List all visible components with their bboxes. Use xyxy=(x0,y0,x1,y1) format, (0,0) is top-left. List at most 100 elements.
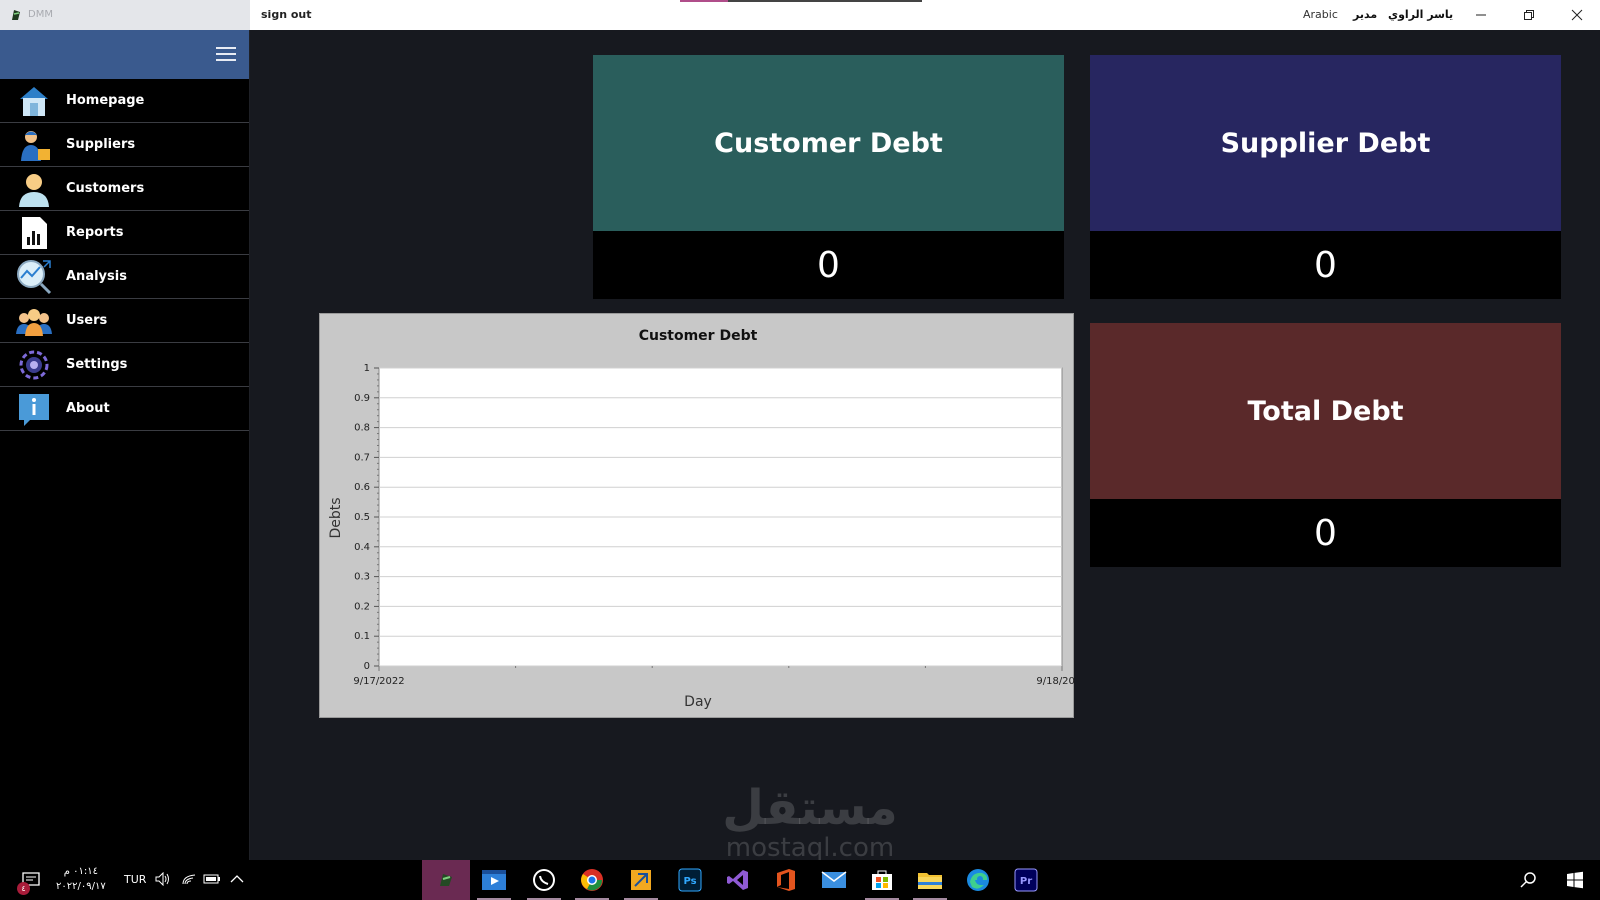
chart-y-tick-label: 0.8 xyxy=(354,423,370,434)
close-icon xyxy=(1571,9,1583,21)
watermark: مستقل mostaql.com xyxy=(690,782,930,862)
info-icon xyxy=(15,390,53,428)
home-icon xyxy=(15,82,53,120)
tools-icon xyxy=(631,870,651,890)
customer-debt-header: Customer Debt xyxy=(593,55,1064,231)
taskbar-app-office[interactable] xyxy=(762,860,810,900)
show-hidden-icons-button[interactable] xyxy=(228,870,246,888)
network-button[interactable] xyxy=(180,870,198,888)
user-role: مدير xyxy=(1353,8,1378,21)
language-switch[interactable]: Arabic xyxy=(1303,8,1338,21)
volume-button[interactable] xyxy=(154,870,172,888)
sidebar-header xyxy=(0,30,249,79)
supplier-debt-title: Supplier Debt xyxy=(1220,127,1431,159)
total-debt-card: Total Debt 0 xyxy=(1090,323,1561,567)
volume-icon xyxy=(155,872,169,886)
folder-icon xyxy=(918,873,942,889)
sign-out-link[interactable]: sign out xyxy=(261,8,312,21)
sidebar-item-label: Customers xyxy=(66,181,145,196)
chart-y-tick-label: 0.3 xyxy=(354,572,370,583)
windows-icon xyxy=(1567,871,1583,889)
photoshop-icon: Ps xyxy=(678,868,702,892)
chart-y-tick-label: 0.2 xyxy=(354,601,370,612)
supplier-icon xyxy=(15,126,53,164)
watermark-url: mostaql.com xyxy=(725,833,895,863)
chart-y-tick-label: 0.4 xyxy=(354,542,370,553)
settings-icon xyxy=(15,346,53,384)
visual-studio-icon xyxy=(727,870,748,890)
chart-y-label: Debts xyxy=(328,497,344,538)
customer-icon xyxy=(15,170,53,208)
sidebar-item-label: Settings xyxy=(66,357,128,372)
chart-y-tick-label: 0.5 xyxy=(354,512,370,523)
whatsapp-icon xyxy=(533,869,555,891)
sidebar-item-label: Suppliers xyxy=(66,137,136,152)
taskbar-app-chrome[interactable] xyxy=(568,860,616,900)
battery-icon xyxy=(203,874,220,884)
taskbar: ٤ ٠١:١٤ م ٢٠٢٢/٠٩/١٧ TUR Ps Pr xyxy=(0,860,1600,900)
chevron-up-icon xyxy=(230,875,244,883)
clock[interactable]: ٠١:١٤ م ٢٠٢٢/٠٩/١٧ xyxy=(56,864,106,894)
chart-y-tick-label: 0.9 xyxy=(354,393,370,404)
sidebar-item-homepage[interactable]: Homepage xyxy=(0,79,249,123)
taskbar-app-store[interactable] xyxy=(858,860,906,900)
sidebar: Homepage Suppliers Customers Reports Ana… xyxy=(0,30,250,860)
taskbar-app-edge[interactable] xyxy=(954,860,1002,900)
store-icon xyxy=(872,870,892,890)
sidebar-item-settings[interactable]: Settings xyxy=(0,343,249,387)
taskbar-app-video[interactable] xyxy=(470,860,518,900)
start-button[interactable] xyxy=(1566,871,1584,889)
sidebar-item-label: Users xyxy=(66,313,108,328)
taskbar-app-dmm[interactable] xyxy=(422,860,470,900)
taskbar-app-photoshop[interactable]: Ps xyxy=(666,860,714,900)
chart-title: Customer Debt xyxy=(639,328,758,344)
total-debt-title: Total Debt xyxy=(1247,395,1404,427)
input-language[interactable]: TUR xyxy=(124,873,146,886)
taskbar-app-tools[interactable] xyxy=(617,860,665,900)
sidebar-item-analysis[interactable]: Analysis xyxy=(0,255,249,299)
taskbar-app-premiere[interactable]: Pr xyxy=(1002,860,1050,900)
chart-y-tick-label: 0.7 xyxy=(354,452,370,463)
menu-toggle-button[interactable] xyxy=(216,47,236,61)
chart-y-tick-label: 0.6 xyxy=(354,482,370,493)
sidebar-item-label: Homepage xyxy=(66,93,145,108)
chart-x-tick-label: 9/17/2022 xyxy=(353,676,404,687)
chrome-icon xyxy=(581,869,603,891)
chart-x-label: Day xyxy=(684,694,712,710)
users-icon xyxy=(15,302,53,340)
sidebar-item-reports[interactable]: Reports xyxy=(0,211,249,255)
restore-button[interactable] xyxy=(1506,0,1552,30)
edge-icon xyxy=(967,869,989,891)
battery-button[interactable] xyxy=(203,870,221,888)
minimize-button[interactable] xyxy=(1458,0,1504,30)
chart-canvas: Customer Debt Day Debts 0 0.1 0.2 0.3 0.4 0.5… xyxy=(328,328,1075,710)
customer-debt-title: Customer Debt xyxy=(714,127,943,159)
watermark-logo: مستقل xyxy=(722,780,898,836)
search-icon xyxy=(1520,872,1536,888)
taskbar-app-whatsapp[interactable] xyxy=(520,860,568,900)
taskbar-app-mail[interactable] xyxy=(810,860,858,900)
customer-debt-chart: Customer Debt Day Debts 0 0.1 0.2 0.3 0.4 0.5… xyxy=(319,313,1075,718)
app-title: DMM xyxy=(28,9,53,20)
restore-icon xyxy=(1524,10,1534,20)
sidebar-item-suppliers[interactable]: Suppliers xyxy=(0,123,249,167)
username: ياسر الراوي xyxy=(1388,8,1454,21)
sidebar-item-users[interactable]: Users xyxy=(0,299,249,343)
chart-y-tick-label: 1 xyxy=(364,363,370,374)
clock-date: ٢٠٢٢/٠٩/١٧ xyxy=(56,881,106,892)
notification-badge: ٤ xyxy=(17,882,30,895)
sidebar-item-customers[interactable]: Customers xyxy=(0,167,249,211)
search-button[interactable] xyxy=(1519,871,1537,889)
app-brand: DMM xyxy=(0,0,250,30)
wifi-icon xyxy=(182,874,196,885)
customer-debt-footer: 0 xyxy=(593,231,1064,299)
sidebar-item-about[interactable]: About xyxy=(0,387,249,431)
supplier-debt-footer: 0 xyxy=(1090,231,1561,299)
app-logo-icon xyxy=(440,874,452,886)
supplier-debt-card: Supplier Debt 0 xyxy=(1090,55,1561,299)
close-button[interactable] xyxy=(1554,0,1600,30)
minimize-icon xyxy=(1476,14,1486,16)
title-bar: DMM sign out Arabic مدير ياسر الراوي xyxy=(0,0,1600,30)
taskbar-app-visual-studio[interactable] xyxy=(714,860,762,900)
taskbar-app-explorer[interactable] xyxy=(906,860,954,900)
